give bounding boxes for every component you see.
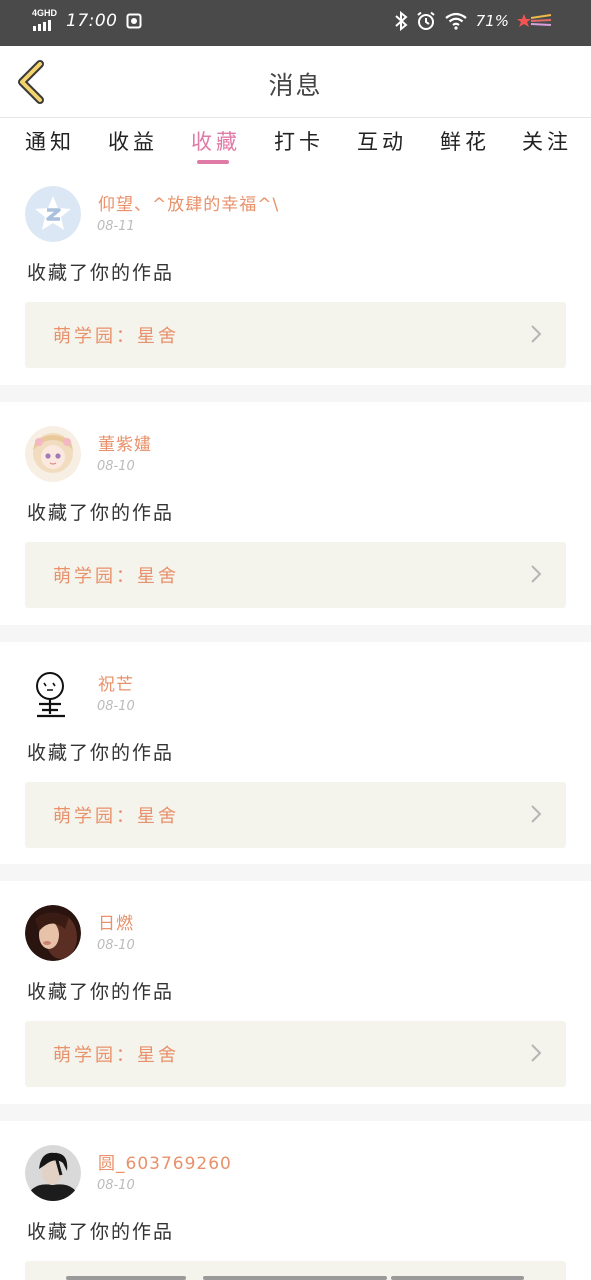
network-type: 4GHD — [32, 8, 58, 18]
page-title: 消息 — [268, 71, 323, 100]
doodle-avatar-icon — [25, 666, 81, 722]
tab-interactions[interactable]: 互动 — [357, 126, 407, 156]
user-name[interactable]: 圆_603769260 — [98, 1149, 232, 1174]
avatar[interactable] — [25, 426, 81, 482]
action-text: 收藏了你的作品 — [27, 742, 175, 764]
tab-bar: 通知 收益 收藏 打卡 互动 鲜花 关注 — [0, 118, 591, 170]
message-item[interactable]: 董紫嫿 08-10 收藏了你的作品 萌学园：星舍 — [0, 410, 591, 632]
chevron-right-icon — [531, 805, 542, 823]
user-name[interactable]: 董紫嫿 — [98, 430, 152, 455]
active-tab-indicator — [197, 160, 229, 164]
qq-default-avatar-icon — [25, 186, 81, 242]
action-text: 收藏了你的作品 — [27, 502, 175, 524]
tab-notifications[interactable]: 通知 — [25, 126, 75, 156]
message-item[interactable]: 圆_603769260 08-10 收藏了你的作品 — [0, 1129, 591, 1280]
alarm-icon — [417, 11, 435, 30]
bottom-bar-segment — [66, 1276, 186, 1280]
wifi-icon — [444, 12, 467, 30]
app-header: 消息 — [0, 46, 591, 118]
dark-portrait-avatar-icon — [25, 1145, 81, 1201]
shooting-star-icon — [517, 14, 552, 27]
action-text: 收藏了你的作品 — [27, 1221, 175, 1243]
bluetooth-icon — [394, 11, 408, 31]
tab-earnings[interactable]: 收益 — [108, 126, 158, 156]
divider — [0, 385, 591, 402]
work-title: 萌学园：星舍 — [53, 566, 179, 587]
action-text: 收藏了你的作品 — [27, 262, 175, 284]
bottom-bar-segment — [391, 1276, 524, 1280]
photo-avatar-icon — [25, 905, 81, 961]
post-date: 08-10 — [97, 1178, 135, 1193]
signal-icon: 4GHD — [32, 8, 58, 32]
work-link[interactable]: 萌学园：星舍 — [25, 782, 566, 848]
anime-girl-avatar-icon — [25, 426, 81, 482]
bottom-bar-segment — [203, 1276, 387, 1280]
avatar[interactable] — [25, 186, 81, 242]
work-link[interactable]: 萌学园：星舍 — [25, 1021, 566, 1087]
post-date: 08-11 — [97, 219, 135, 234]
action-text: 收藏了你的作品 — [27, 981, 175, 1003]
user-name[interactable]: 祝芒 — [98, 670, 134, 695]
work-link[interactable]: 萌学园：星舍 — [25, 302, 566, 368]
user-name[interactable]: 仰望、^放肆的幸福^\ — [98, 190, 279, 215]
work-title: 萌学园：星舍 — [53, 326, 179, 347]
message-item[interactable]: 仰望、^放肆的幸福^\ 08-11 收藏了你的作品 萌学园：星舍 — [0, 170, 591, 392]
work-title: 萌学园：星舍 — [53, 1045, 179, 1066]
avatar[interactable] — [25, 1145, 81, 1201]
tab-follows[interactable]: 关注 — [522, 126, 572, 156]
post-date: 08-10 — [97, 459, 135, 474]
status-bar: 4GHD 17:00 71% — [0, 0, 591, 46]
screenshot-icon — [126, 13, 141, 29]
work-title: 萌学园：星舍 — [53, 806, 179, 827]
tab-flowers[interactable]: 鲜花 — [440, 126, 490, 156]
work-link[interactable]: 萌学园：星舍 — [25, 542, 566, 608]
chevron-right-icon — [531, 565, 542, 583]
message-item[interactable]: 祝芒 08-10 收藏了你的作品 萌学园：星舍 — [0, 650, 591, 872]
user-name[interactable]: 日燃 — [98, 909, 134, 934]
post-date: 08-10 — [97, 938, 135, 953]
avatar[interactable] — [25, 905, 81, 961]
tab-checkin[interactable]: 打卡 — [274, 126, 324, 156]
divider — [0, 864, 591, 881]
battery-level: 71% — [475, 12, 509, 30]
chevron-right-icon — [531, 1044, 542, 1062]
chevron-right-icon — [531, 325, 542, 343]
avatar[interactable] — [25, 666, 81, 722]
divider — [0, 1104, 591, 1121]
tab-favorites[interactable]: 收藏 — [191, 126, 241, 156]
post-date: 08-10 — [97, 699, 135, 714]
divider — [0, 625, 591, 642]
message-item[interactable]: 日燃 08-10 收藏了你的作品 萌学园：星舍 — [0, 889, 591, 1111]
status-time: 17:00 — [66, 11, 118, 31]
